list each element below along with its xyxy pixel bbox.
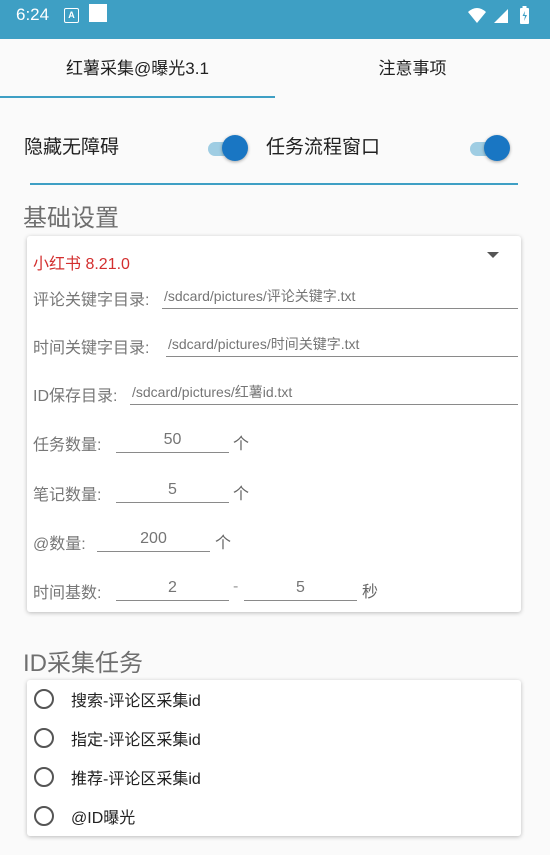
note-count-input[interactable] [116, 478, 229, 503]
radio-button-icon [34, 689, 54, 709]
id-tasks-card: 搜索-评论区采集id 指定-评论区采集id 推荐-评论区采集id @ID曝光 [27, 680, 521, 836]
time-base-min-input[interactable] [116, 576, 229, 601]
time-keyword-dir-label: 时间关键字目录: [33, 340, 150, 357]
radio-option-at-id-exposure[interactable]: @ID曝光 [27, 799, 521, 837]
at-count-label: @数量: [33, 536, 86, 553]
radio-option-specified-comment[interactable]: 指定-评论区采集id [27, 721, 521, 759]
divider [30, 183, 518, 185]
hide-accessibility-label: 隐藏无障碍 [24, 137, 120, 158]
id-save-dir-input[interactable] [130, 380, 518, 405]
note-count-label: 笔记数量: [33, 487, 102, 504]
task-flow-window-label: 任务流程窗口 [266, 137, 381, 158]
task-count-input[interactable] [116, 428, 229, 453]
task-count-unit: 个 [233, 436, 250, 453]
radio-button-icon [34, 767, 54, 787]
tab-indicator [0, 96, 275, 98]
radio-label: 指定-评论区采集id [71, 732, 201, 749]
radio-option-recommend-comment[interactable]: 推荐-评论区采集id [27, 760, 521, 798]
notification-a-icon: A [64, 8, 79, 23]
id-tasks-title: ID采集任务 [23, 650, 143, 677]
task-count-label: 任务数量: [33, 437, 102, 454]
id-save-dir-label: ID保存目录: [33, 388, 118, 405]
time-base-unit: 秒 [362, 584, 379, 601]
radio-button-icon [34, 806, 54, 826]
tab-bar: 红薯采集@曝光3.1 注意事项 [0, 39, 550, 99]
app-version-value: 小红书 8.21.0 [33, 256, 130, 273]
switch-thumb [484, 135, 510, 161]
time-base-max-input[interactable] [244, 576, 357, 601]
battery-icon [520, 6, 529, 24]
comment-keyword-dir-input[interactable] [162, 284, 518, 309]
hide-accessibility-switch[interactable] [206, 135, 250, 161]
time-base-separator: - [233, 578, 239, 595]
app-version-spinner[interactable]: 小红书 8.21.0 [27, 236, 521, 280]
basic-settings-title: 基础设置 [23, 205, 119, 232]
switch-thumb [222, 135, 248, 161]
comment-keyword-dir-label: 评论关键字目录: [33, 292, 150, 309]
notification-square-icon [89, 4, 107, 22]
basic-settings-card: 小红书 8.21.0 评论关键字目录: 时间关键字目录: ID保存目录: 任务数… [27, 236, 521, 612]
radio-option-search-comment[interactable]: 搜索-评论区采集id [27, 682, 521, 720]
at-count-input[interactable] [97, 527, 210, 552]
at-count-unit: 个 [215, 535, 232, 552]
tab-notes[interactable]: 注意事项 [275, 39, 550, 99]
status-icons [466, 5, 536, 31]
dropdown-arrow-icon [487, 252, 499, 258]
time-keyword-dir-input[interactable] [166, 332, 518, 357]
status-time: 6:24 [16, 5, 50, 24]
radio-label: 搜索-评论区采集id [71, 693, 201, 710]
toggle-row: 隐藏无障碍 任务流程窗口 [0, 128, 550, 168]
wifi-icon [468, 8, 486, 23]
note-count-unit: 个 [233, 486, 250, 503]
task-flow-window-switch[interactable] [468, 135, 512, 161]
tab-collect[interactable]: 红薯采集@曝光3.1 [0, 39, 275, 99]
status-bar: 6:24 A [0, 0, 550, 39]
radio-label: 推荐-评论区采集id [71, 771, 201, 788]
time-base-label: 时间基数: [33, 585, 102, 602]
signal-icon [494, 9, 508, 23]
radio-button-icon [34, 728, 54, 748]
radio-label: @ID曝光 [71, 810, 136, 827]
